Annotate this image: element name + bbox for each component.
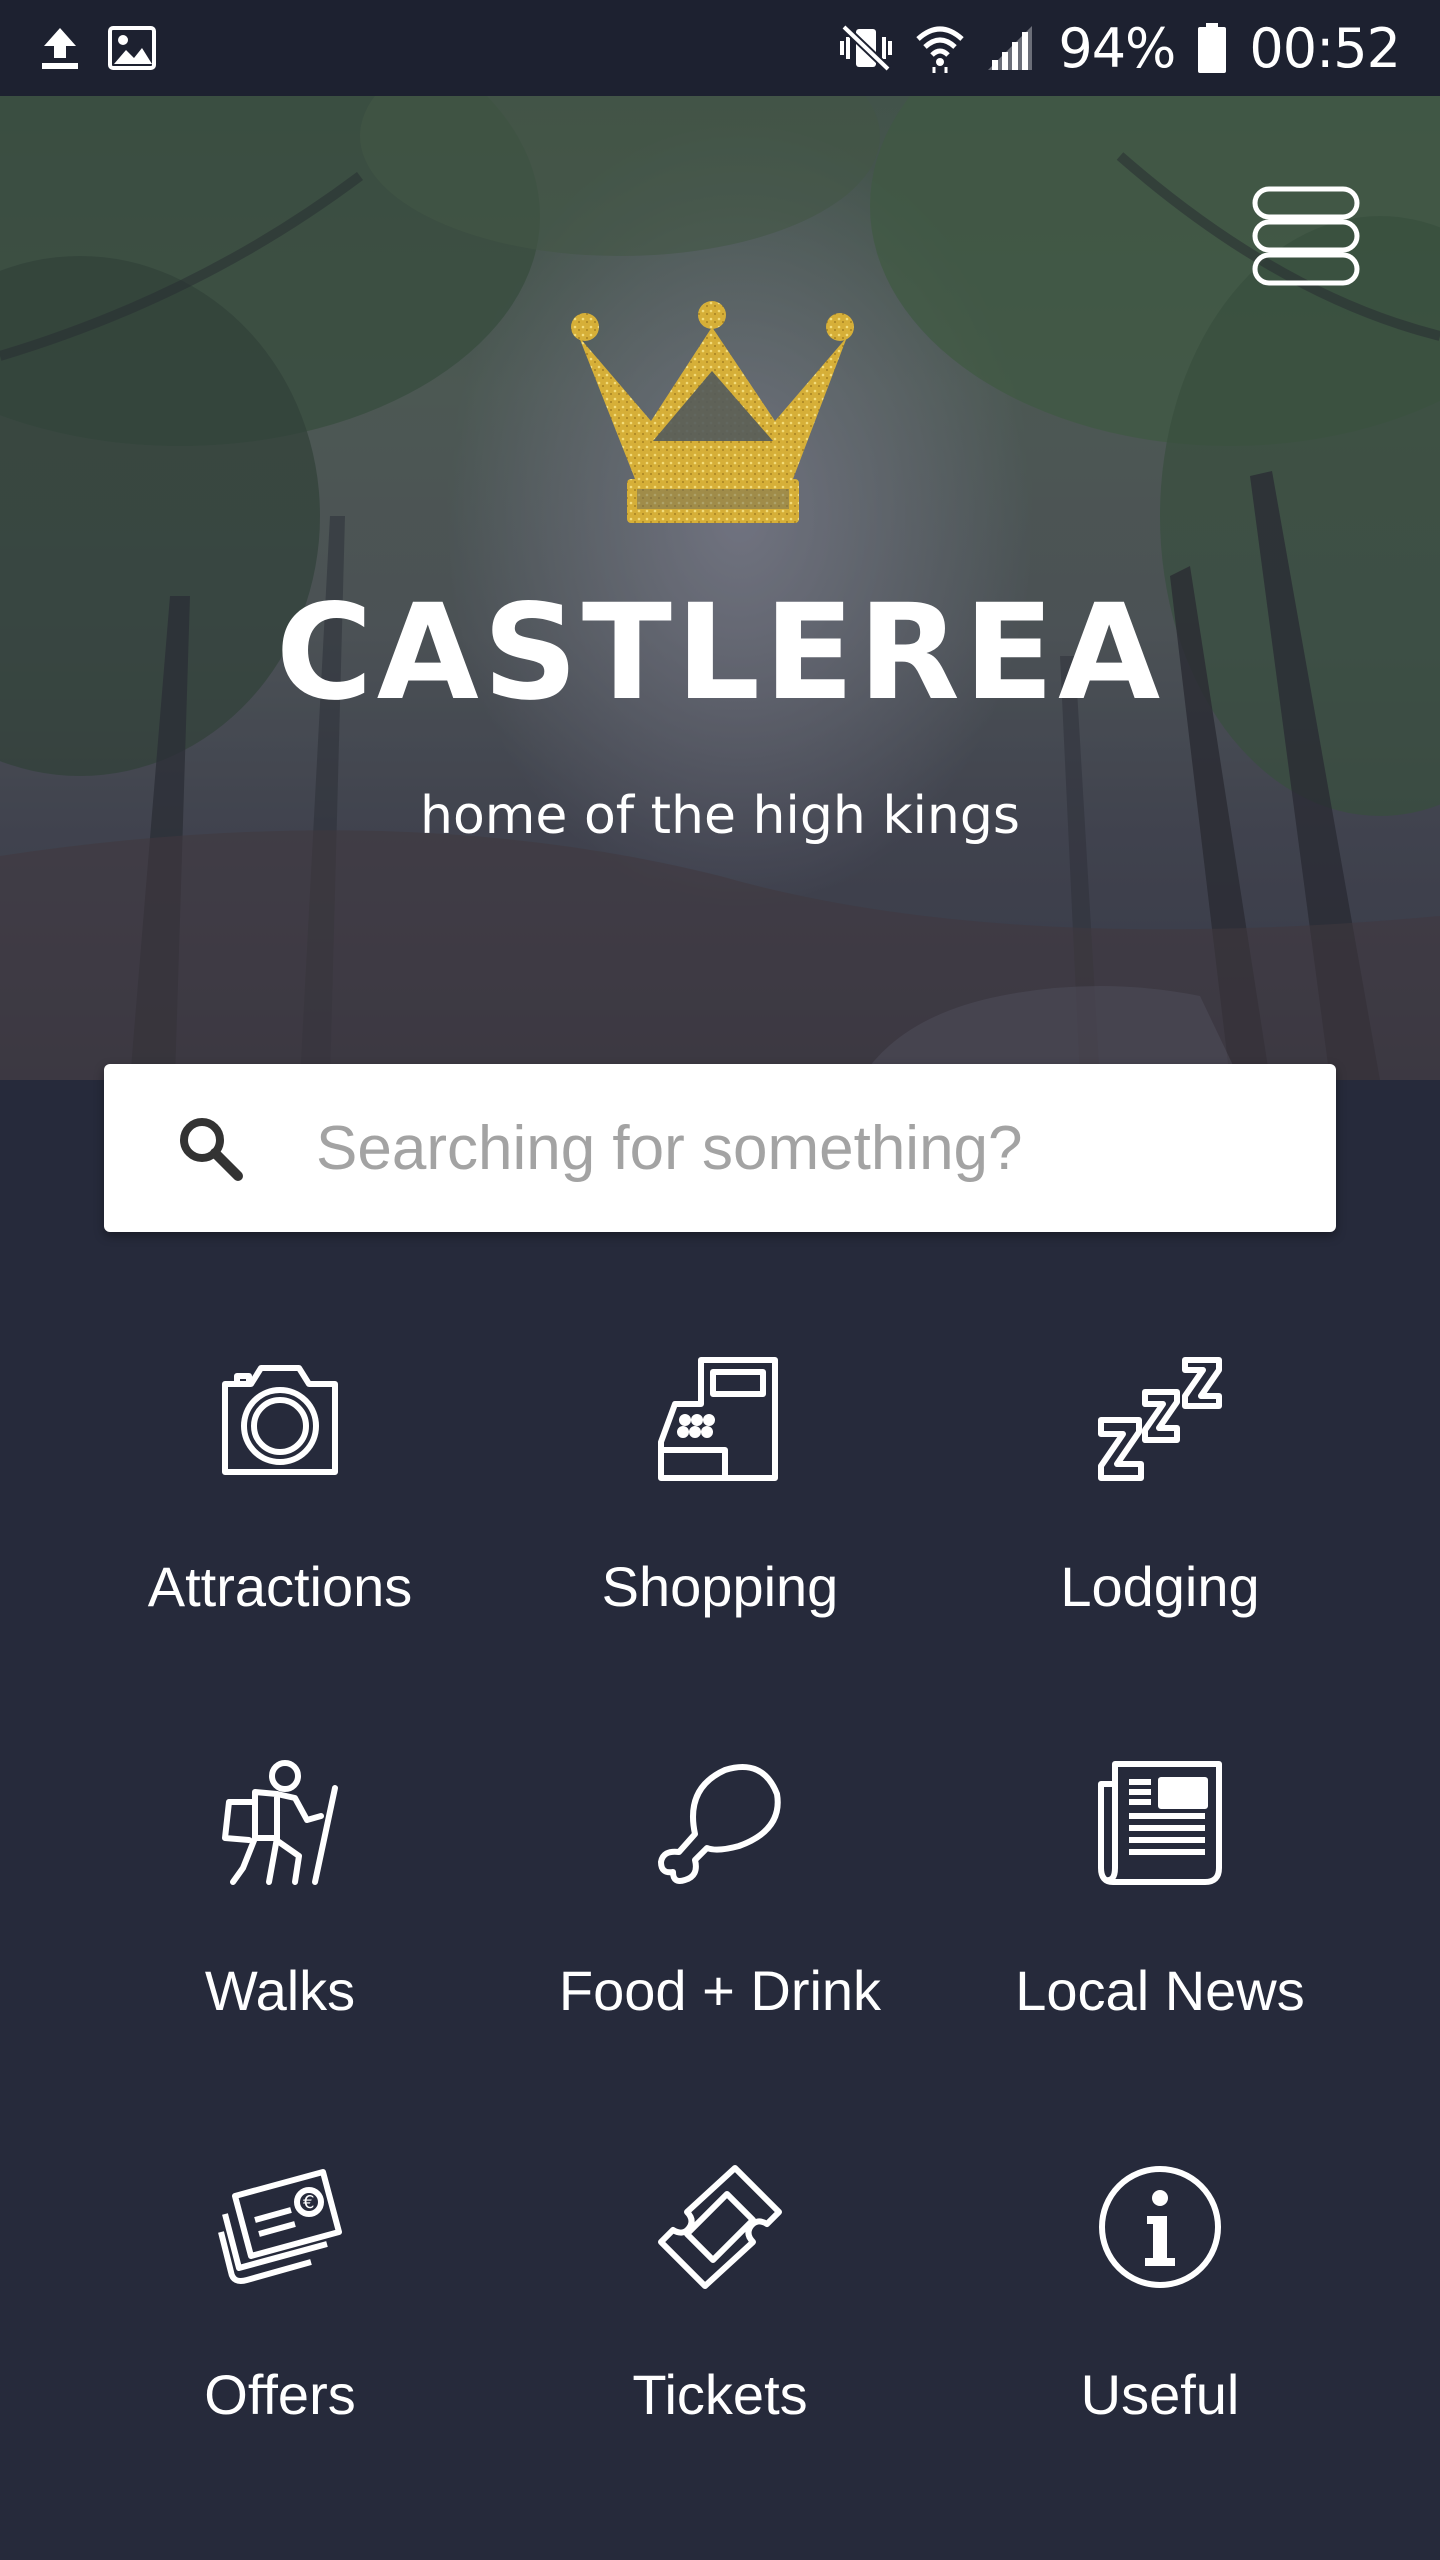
- category-food-drink[interactable]: Food + Drink: [500, 1734, 940, 2138]
- category-useful[interactable]: Useful: [940, 2138, 1380, 2542]
- category-label: Food + Drink: [558, 1959, 882, 2022]
- battery-icon: [1197, 23, 1227, 73]
- svg-text:€: €: [303, 2192, 314, 2213]
- category-label: Attractions: [147, 1555, 413, 1618]
- category-label: Offers: [204, 2363, 356, 2426]
- category-label: Useful: [1080, 2363, 1240, 2426]
- brand-tagline: home of the high kings: [420, 786, 1020, 846]
- signal-icon: [986, 24, 1036, 72]
- cash-register-icon: [655, 1354, 785, 1484]
- upload-icon: [40, 26, 80, 70]
- category-walks[interactable]: Walks: [60, 1734, 500, 2138]
- crown-icon: [565, 301, 860, 531]
- search-input[interactable]: [316, 1112, 1276, 1184]
- ticket-icon: [655, 2162, 785, 2292]
- category-label: Local News: [1015, 1959, 1305, 2022]
- category-label: Walks: [204, 1959, 356, 2022]
- menu-icon: [1252, 186, 1360, 286]
- category-tickets[interactable]: Tickets: [500, 2138, 940, 2542]
- category-shopping[interactable]: Shopping: [500, 1330, 940, 1734]
- category-label: Tickets: [632, 2363, 808, 2426]
- hero-banner: CASTLEREA home of the high kings: [0, 96, 1440, 1080]
- menu-button[interactable]: [1252, 186, 1360, 286]
- sleep-zzz-icon: [1095, 1354, 1225, 1484]
- chicken-leg-icon: [655, 1758, 785, 1888]
- status-left: [40, 26, 156, 70]
- vibrate-mute-icon: [838, 23, 894, 73]
- wifi-icon: [916, 23, 965, 73]
- euro-ticket-icon: €: [215, 2162, 345, 2292]
- category-grid: Attractions Shopping Lodging Walks Food …: [0, 1330, 1440, 2542]
- battery-percent: 94%: [1058, 16, 1176, 80]
- camera-icon: [215, 1354, 345, 1484]
- category-local-news[interactable]: Local News: [940, 1734, 1380, 2138]
- image-icon: [108, 26, 156, 70]
- status-bar: 94% 00:52: [0, 0, 1440, 96]
- category-label: Shopping: [601, 1555, 839, 1618]
- hiker-icon: [215, 1758, 345, 1888]
- category-label: Lodging: [1060, 1555, 1260, 1618]
- search-bar[interactable]: [104, 1064, 1336, 1232]
- clock: 00:52: [1249, 16, 1401, 80]
- info-icon: [1095, 2162, 1225, 2292]
- newspaper-icon: [1095, 1758, 1225, 1888]
- category-lodging[interactable]: Lodging: [940, 1330, 1380, 1734]
- brand-title: CASTLEREA: [275, 576, 1165, 730]
- status-right: 94% 00:52: [838, 16, 1401, 80]
- category-attractions[interactable]: Attractions: [60, 1330, 500, 1734]
- category-offers[interactable]: € Offers: [60, 2138, 500, 2542]
- search-icon: [176, 1114, 244, 1182]
